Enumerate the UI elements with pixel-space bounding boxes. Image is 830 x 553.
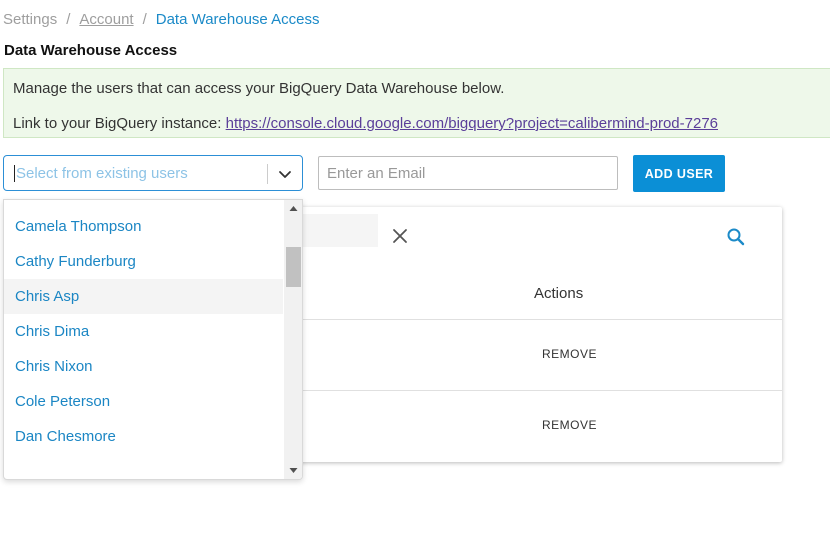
actions-column-header: Actions (534, 285, 584, 302)
close-icon[interactable] (391, 227, 409, 245)
banner-link-prefix: Link to your BigQuery instance: (13, 115, 222, 132)
breadcrumb-separator: / (66, 11, 71, 28)
triangle-up-icon[interactable] (284, 200, 303, 217)
user-option[interactable]: Cathy Funderburg (4, 244, 283, 279)
info-banner: Manage the users that can access your Bi… (3, 68, 830, 138)
breadcrumb: Settings / Account / Data Warehouse Access (3, 11, 319, 28)
user-option[interactable]: Cole Peterson (4, 384, 283, 419)
user-select[interactable]: Select from existing users (3, 155, 303, 191)
dropdown-scrollbar[interactable] (284, 200, 303, 479)
user-option[interactable]: Chris Dima (4, 314, 283, 349)
user-option-highlighted[interactable]: Chris Asp (4, 279, 283, 314)
remove-button[interactable]: REMOVE (542, 418, 597, 432)
banner-link-line: Link to your BigQuery instance: https://… (13, 115, 718, 132)
users-table-card: Actions REMOVE REMOVE (280, 207, 782, 462)
remove-button[interactable]: REMOVE (542, 347, 597, 361)
select-divider (267, 164, 268, 184)
table-row: REMOVE (280, 390, 782, 462)
user-select-placeholder: Select from existing users (16, 165, 188, 182)
scrollbar-thumb[interactable] (286, 247, 301, 287)
text-cursor (14, 165, 15, 182)
user-select-menu[interactable]: Bruce Bugbee Camela Thompson Cathy Funde… (3, 199, 303, 480)
breadcrumb-current: Data Warehouse Access (155, 11, 320, 28)
chevron-down-icon[interactable] (276, 165, 294, 183)
page-title: Data Warehouse Access (4, 42, 178, 59)
breadcrumb-separator: / (142, 11, 147, 28)
user-option[interactable]: Bruce Bugbee (4, 200, 283, 209)
triangle-down-icon[interactable] (284, 462, 303, 479)
breadcrumb-settings: Settings (3, 11, 58, 28)
breadcrumb-account-link[interactable]: Account (79, 11, 133, 28)
table-row: REMOVE (280, 319, 782, 391)
add-user-button[interactable]: ADD USER (633, 155, 725, 192)
email-input[interactable] (318, 156, 618, 190)
bigquery-link[interactable]: https://console.cloud.google.com/bigquer… (226, 115, 718, 132)
page: Settings / Account / Data Warehouse Access D… (0, 0, 830, 553)
search-icon[interactable] (726, 227, 746, 247)
user-option-list: Bruce Bugbee Camela Thompson Cathy Funde… (4, 200, 283, 454)
user-option[interactable]: Dan Chesmore (4, 419, 283, 454)
user-option[interactable]: Camela Thompson (4, 209, 283, 244)
user-option[interactable]: Chris Nixon (4, 349, 283, 384)
banner-description: Manage the users that can access your Bi… (13, 80, 505, 97)
